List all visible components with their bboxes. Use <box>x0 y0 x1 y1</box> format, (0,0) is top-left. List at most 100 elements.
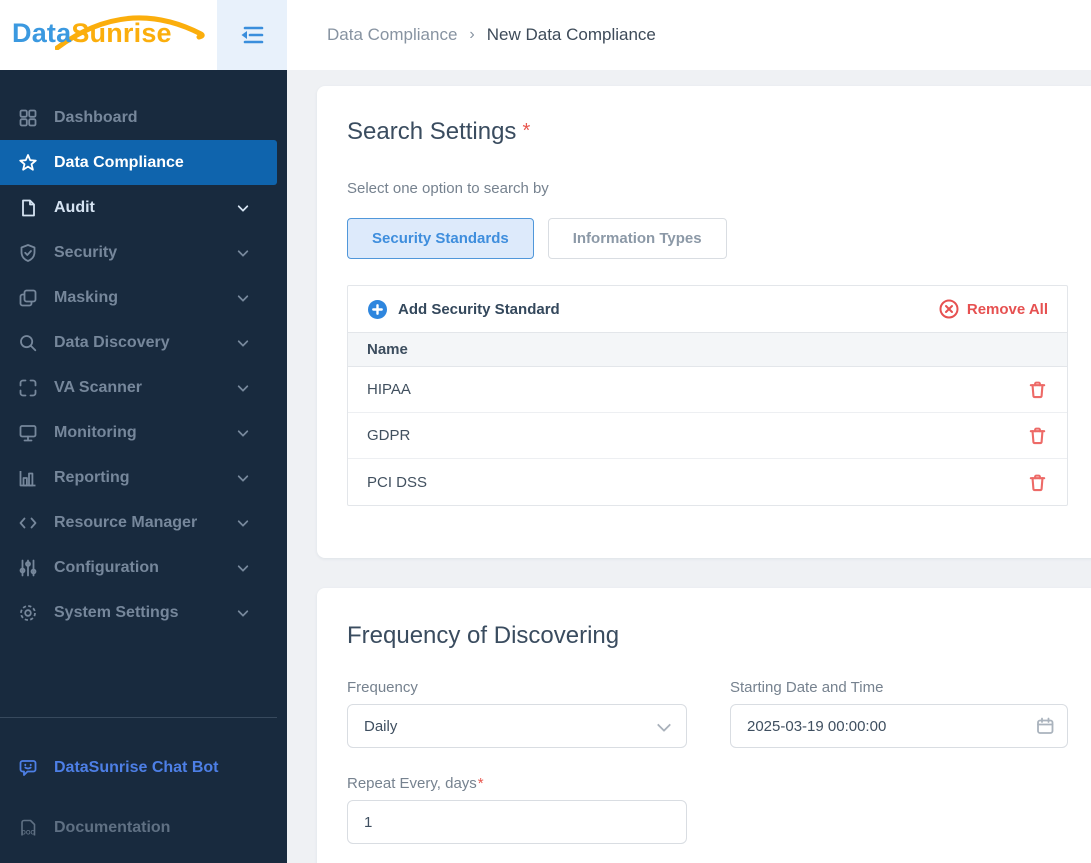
frequency-select-input[interactable] <box>347 704 687 748</box>
sidebar-item-label: Security <box>54 243 118 261</box>
chevron-down-icon <box>237 515 249 527</box>
repeat-label-text: Repeat Every, days <box>347 775 477 792</box>
breadcrumb-current: New Data Compliance <box>486 25 656 44</box>
sidebar-item-label: Data Compliance <box>54 153 184 171</box>
shield-check-icon <box>20 243 36 262</box>
sidebar-footer: DataSunrise Chat Bot DOC Documentation <box>0 717 287 863</box>
frequency-label: Frequency <box>347 679 418 696</box>
sidebar-item-configuration[interactable]: Configuration <box>0 545 287 590</box>
standard-name: PCI DSS <box>367 473 428 491</box>
starting-date-label: Starting Date and Time <box>730 679 884 696</box>
search-settings-card: Search Settings * Select one option to se… <box>317 86 1091 558</box>
table-row: HIPAA <box>348 367 1067 413</box>
chevron-down-icon <box>237 245 249 257</box>
doc-icon: DOC <box>21 819 36 836</box>
chevron-down-icon <box>237 425 249 437</box>
monitor-icon <box>19 424 37 441</box>
sidebar-item-label: Monitoring <box>54 423 137 441</box>
sidebar-item-data-compliance[interactable]: Data Compliance <box>0 140 277 185</box>
sidebar-item-label: Dashboard <box>54 108 138 126</box>
gear-icon <box>20 604 36 621</box>
security-standards-table: Add Security Standard Remove All Name HI… <box>347 285 1068 506</box>
sidebar-item-monitoring[interactable]: Monitoring <box>0 410 287 455</box>
logo-text: DataSunrise <box>12 18 172 49</box>
add-security-standard-button[interactable]: Add Security Standard <box>367 299 560 320</box>
standard-name: HIPAA <box>367 381 411 398</box>
repeat-input-wrap <box>347 800 687 844</box>
breadcrumb: Data Compliance › New Data Compliance <box>327 0 656 70</box>
sidebar: Dashboard Data Compliance Audit Security… <box>0 70 287 863</box>
sidebar-item-data-discovery[interactable]: Data Discovery <box>0 320 287 365</box>
sidebar-item-chat-bot[interactable]: DataSunrise Chat Bot <box>0 745 287 790</box>
standard-name: GDPR <box>367 427 411 444</box>
datasunrise-logo[interactable]: DataSunrise <box>0 0 217 70</box>
trash-icon <box>1029 474 1046 491</box>
search-icon <box>20 334 37 351</box>
sidebar-item-label: System Settings <box>54 603 179 621</box>
required-asterisk: * <box>477 775 484 792</box>
table-header: Name <box>348 332 1067 367</box>
chevron-down-icon <box>237 380 249 392</box>
star-icon <box>19 153 37 171</box>
delete-row-button[interactable] <box>1027 472 1048 493</box>
sidebar-item-label: VA Scanner <box>54 378 143 396</box>
sidebar-item-audit[interactable]: Audit <box>0 185 287 230</box>
grid-icon <box>19 109 37 126</box>
sidebar-nav: Dashboard Data Compliance Audit Security… <box>0 70 287 635</box>
sidebar-item-dashboard[interactable]: Dashboard <box>0 95 287 140</box>
sliders-icon <box>19 559 37 576</box>
table-row: PCI DSS <box>348 459 1067 505</box>
logo-part-sunrise: Sunrise <box>71 18 172 48</box>
repeat-days-input[interactable] <box>347 800 687 844</box>
sidebar-item-reporting[interactable]: Reporting <box>0 455 287 500</box>
table-toolbar: Add Security Standard Remove All <box>348 286 1067 332</box>
tab-security-standards[interactable]: Security Standards <box>347 218 534 259</box>
sidebar-item-label: Documentation <box>54 818 171 836</box>
frequency-fields-row: Frequency Starting Date and Time <box>347 679 1091 748</box>
breadcrumb-separator: › <box>469 26 475 43</box>
chevron-down-icon <box>237 605 249 617</box>
column-header-name: Name <box>367 341 408 358</box>
search-by-label: Select one option to search by <box>347 180 549 197</box>
calendar-picker-button[interactable] <box>1034 715 1056 737</box>
search-settings-title-row: Search Settings * <box>347 118 1091 146</box>
sidebar-item-label: Data Discovery <box>54 333 170 351</box>
chevron-down-icon <box>237 335 249 347</box>
chevron-down-icon <box>237 560 249 572</box>
sidebar-item-label: Configuration <box>54 558 159 576</box>
sidebar-item-documentation[interactable]: DOC Documentation <box>0 805 287 850</box>
logo-part-data: Data <box>12 18 72 48</box>
sidebar-item-system-settings[interactable]: System Settings <box>0 590 287 635</box>
sidebar-item-va-scanner[interactable]: VA Scanner <box>0 365 287 410</box>
repeat-label: Repeat Every, days* <box>347 775 1091 792</box>
repeat-field: Repeat Every, days* <box>347 775 1091 844</box>
sidebar-item-resource-manager[interactable]: Resource Manager <box>0 500 287 545</box>
add-button-label: Add Security Standard <box>398 300 560 318</box>
delete-row-button[interactable] <box>1027 379 1048 400</box>
tab-information-types[interactable]: Information Types <box>547 218 727 259</box>
required-asterisk: * <box>522 120 531 142</box>
sidebar-item-label: Masking <box>54 288 119 306</box>
code-icon <box>19 517 37 528</box>
remove-all-button[interactable]: Remove All <box>939 299 1048 319</box>
app-window: DataSunrise Data Compliance › New Data C… <box>0 0 1091 863</box>
starting-date-field: Starting Date and Time <box>730 679 1068 748</box>
starting-date-input[interactable] <box>730 704 1068 748</box>
sidebar-item-security[interactable]: Security <box>0 230 287 275</box>
sidebar-item-label: Resource Manager <box>54 513 198 531</box>
plus-circle-icon <box>368 299 387 319</box>
trash-icon <box>1029 427 1046 445</box>
trash-icon <box>1029 381 1046 399</box>
collapse-sidebar-icon <box>241 26 264 44</box>
chevron-down-icon <box>237 290 249 302</box>
breadcrumb-parent-link[interactable]: Data Compliance <box>327 25 457 45</box>
frequency-card: Frequency of Discovering Frequency Start… <box>317 588 1091 863</box>
delete-row-button[interactable] <box>1027 425 1048 446</box>
table-row: GDPR <box>348 413 1067 459</box>
collapse-sidebar-button[interactable] <box>217 0 287 70</box>
sidebar-item-masking[interactable]: Masking <box>0 275 287 320</box>
search-by-tabs: Security Standards Information Types <box>347 218 1091 259</box>
calendar-icon <box>1037 717 1054 734</box>
bar-chart-icon <box>19 470 36 486</box>
x-circle-icon <box>939 299 959 319</box>
